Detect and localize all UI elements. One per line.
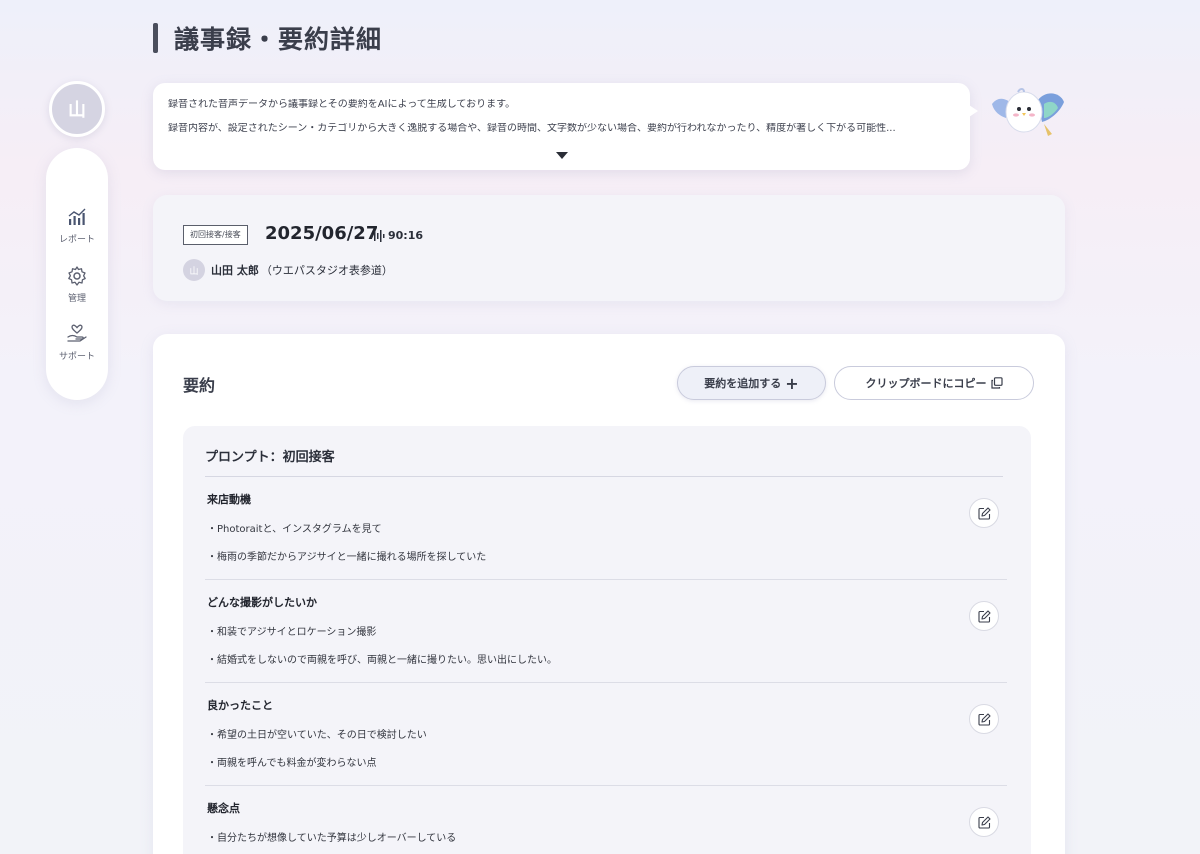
plus-icon: + [785, 373, 799, 393]
section-heading: 良かったこと [207, 699, 273, 712]
section-heading: 懸念点 [207, 802, 240, 815]
section-line: ・希望の土日が空いていた、その日で検討したい [207, 730, 427, 741]
meeting-date: 2025/06/27 [265, 223, 379, 244]
heart-hand-icon [67, 324, 87, 342]
sidebar-item-label: レポート [58, 235, 95, 245]
section-heading: 来店動機 [207, 493, 251, 506]
add-summary-button[interactable]: 要約を追加する + [677, 366, 826, 400]
edit-icon [977, 506, 991, 520]
sidebar: レポート 管理 サポート [46, 148, 108, 400]
sidebar-item-label: サポート [58, 352, 95, 362]
copy-clipboard-label: クリップボードにコピー [865, 377, 987, 390]
expand-notice-icon[interactable] [556, 152, 568, 159]
title-accent-bar [153, 23, 158, 53]
sidebar-item-support[interactable]: サポート [46, 323, 108, 362]
sidebar-item-report[interactable]: レポート [46, 206, 108, 245]
balloon-tail [969, 105, 978, 117]
section-line: ・自分たちが想像していた予算は少しオーバーしている [207, 833, 457, 844]
page-header: 議事録・要約詳細 [153, 22, 382, 54]
section-line: ・梅雨の季節だからアジサイと一緒に撮れる場所を探していた [207, 552, 487, 563]
scene-tag: 初回接客/接客 [183, 225, 248, 245]
edit-icon [977, 815, 991, 829]
summary-section: どんな撮影がしたいか ・和装でアジサイとロケーション撮影 ・結婚式をしないので両… [205, 580, 1007, 683]
prompt-title: プロンプト：初回接客 [205, 450, 335, 465]
copy-clipboard-button[interactable]: クリップボードにコピー [834, 366, 1034, 400]
section-line: ・Photoraitと、インスタグラムを見て [207, 524, 382, 535]
section-line: ・和装でアジサイとロケーション撮影 [207, 627, 377, 638]
section-heading: どんな撮影がしたいか [207, 596, 317, 609]
notice-line-2: 録音内容が、設定されたシーン・カテゴリから大きく逸脱する場合や、録音の時間、文字… [168, 123, 896, 134]
gear-icon [68, 266, 86, 286]
section-line: ・結婚式をしないので両親を呼び、両親と一緒に撮りたい。思い出にしたい。 [207, 655, 557, 666]
notice-line-1: 録音された音声データから議事録とその要約をAIによって生成しております。 [168, 99, 516, 110]
edit-section-button[interactable] [969, 807, 999, 837]
bird-mascot-icon [992, 88, 1064, 136]
summary-section: 懸念点 ・自分たちが想像していた予算は少しオーバーしている [205, 786, 1007, 854]
edit-section-button[interactable] [969, 704, 999, 734]
summary-section: 来店動機 ・Photoraitと、インスタグラムを見て ・梅雨の季節だからアジサ… [205, 477, 1007, 580]
sidebar-item-label: 管理 [67, 294, 86, 304]
add-summary-label: 要約を追加する [704, 377, 782, 390]
sidebar-item-manage[interactable]: 管理 [46, 265, 108, 304]
edit-icon [977, 712, 991, 726]
user-avatar[interactable]: 山 [49, 81, 105, 137]
copy-icon [990, 377, 1003, 389]
chart-icon [68, 208, 86, 225]
edit-section-button[interactable] [969, 601, 999, 631]
prompt-summary-box: プロンプト：初回接客 来店動機 ・Photoraitと、インスタグラムを見て ・… [183, 426, 1031, 854]
summary-title: 要約 [183, 376, 216, 395]
staff-store: （ウエパスタジオ表参道） [260, 264, 393, 277]
staff-avatar: 山 [183, 259, 205, 281]
staff-info: 山 山田 太郎 （ウエパスタジオ表参道） [183, 259, 393, 281]
duration-value: 90:16 [388, 229, 424, 242]
waveform-icon [371, 229, 385, 242]
meeting-info-card: 初回接客/接客 2025/06/27 90:16 山 山田 太郎 （ウエパスタジ… [153, 195, 1065, 301]
summary-section: 良かったこと ・希望の土日が空いていた、その日で検討したい ・両親を呼んでも料金… [205, 683, 1007, 786]
recording-duration: 90:16 [371, 229, 423, 242]
page-title: 議事録・要約詳細 [174, 25, 383, 54]
summary-card: 要約 要約を追加する + クリップボードにコピー プロンプト：初回接客 来店動機… [153, 334, 1065, 854]
edit-section-button[interactable] [969, 498, 999, 528]
staff-name: 山田 太郎 [211, 264, 259, 277]
edit-icon [977, 609, 991, 623]
section-line: ・両親を呼んでも料金が変わらない点 [207, 758, 377, 769]
ai-notice-balloon: 録音された音声データから議事録とその要約をAIによって生成しております。 録音内… [153, 83, 978, 170]
